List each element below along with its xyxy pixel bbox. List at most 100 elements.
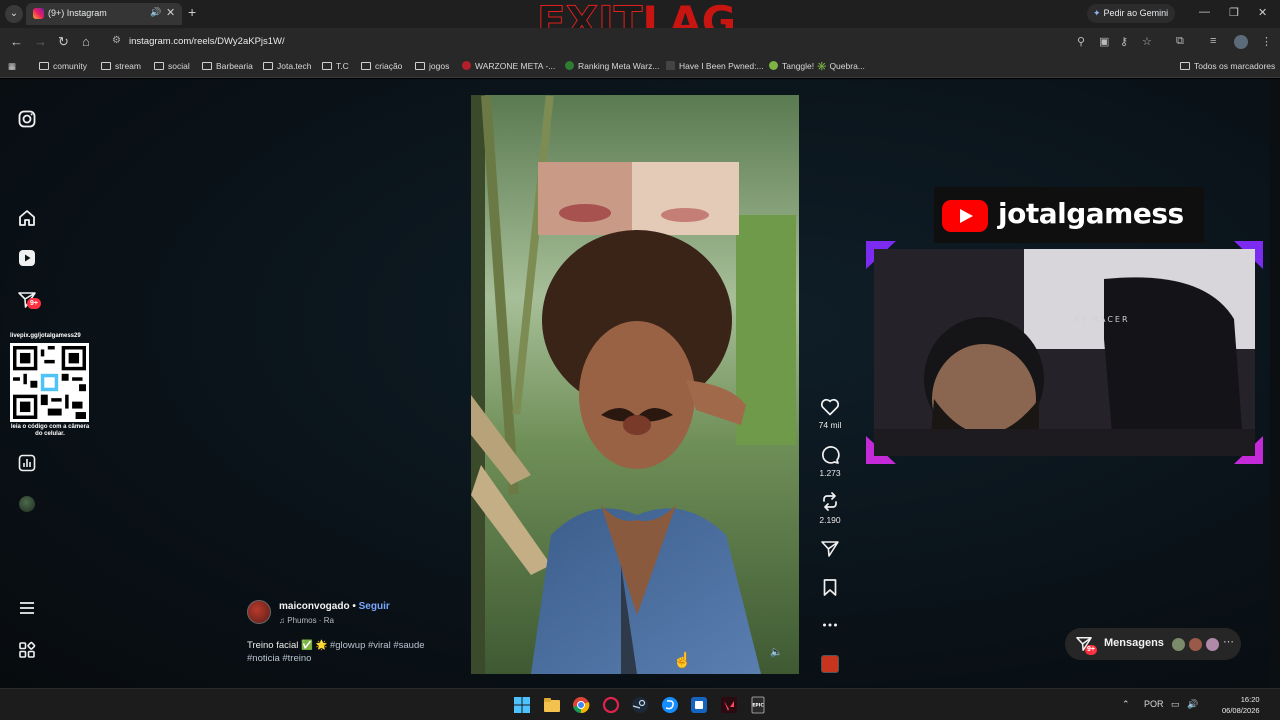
home-nav-icon[interactable]	[17, 208, 37, 228]
app-blue-icon[interactable]	[690, 696, 708, 714]
instagram-logo-icon[interactable]	[17, 109, 37, 129]
bookmark-save-icon[interactable]	[820, 578, 840, 596]
epic-games-icon[interactable]: EPIC	[749, 696, 767, 714]
chrome-menu-icon[interactable]: ⋮	[1261, 35, 1272, 48]
back-icon[interactable]: ←	[10, 34, 23, 49]
home-icon[interactable]: ⌂	[82, 34, 90, 49]
more-dots-icon: ⋯	[1223, 636, 1234, 648]
steam-icon[interactable]	[631, 696, 649, 714]
mute-toggle-icon[interactable]: 🔈	[770, 647, 782, 658]
tab-audio-icon[interactable]: 🔊	[150, 7, 161, 18]
clock[interactable]: 16:20 06/08/2026	[1222, 694, 1260, 716]
bookmark-folder[interactable]: criação	[361, 61, 402, 71]
bookmark-link[interactable]: Have I Been Pwned:...	[666, 61, 764, 71]
author-username[interactable]: maiconvogado	[279, 601, 350, 612]
comment-icon[interactable]	[820, 445, 840, 464]
opera-gx-icon[interactable]	[602, 696, 620, 714]
repost-icon[interactable]	[820, 492, 840, 511]
author-line: maiconvogado • Seguir	[279, 601, 390, 612]
message-avatar	[1171, 637, 1186, 652]
heart-icon[interactable]	[820, 398, 840, 416]
chrome-icon[interactable]	[572, 696, 590, 714]
svg-text:XT RACER: XT RACER	[1074, 315, 1130, 324]
reload-icon[interactable]: ↻	[58, 34, 69, 50]
author-avatar[interactable]	[247, 600, 271, 624]
gemini-button[interactable]: ✦ Pedir ao Gemini	[1087, 4, 1175, 23]
forward-icon[interactable]: →	[34, 34, 47, 49]
menu-hamburger-icon[interactable]	[17, 598, 37, 618]
page-scrollbar[interactable]	[1270, 79, 1280, 688]
qr-url: livepix.gg/jotalgamess29	[10, 333, 81, 339]
url-text[interactable]: instagram.com/reels/DWy2aKPjs1W/	[129, 36, 285, 47]
minimize-button[interactable]: —	[1199, 6, 1210, 18]
music-note-icon: ♫	[279, 616, 288, 625]
reading-list-icon[interactable]: ≡	[1210, 35, 1216, 47]
reposts-count: 2.190	[819, 515, 841, 525]
caption-hashtags[interactable]: #glowup #viral #saude	[330, 640, 425, 651]
more-options-action[interactable]	[810, 616, 850, 634]
save-action[interactable]	[810, 578, 850, 596]
messages-pill[interactable]: 9+ Mensagens ⋯	[1065, 628, 1241, 660]
tab-close-icon[interactable]: ✕	[166, 6, 175, 19]
share-paper-plane-icon[interactable]	[820, 540, 840, 558]
bookmark-folder[interactable]: jogos	[415, 61, 449, 71]
mouse-cursor: ☝	[673, 652, 692, 669]
bookmark-folder[interactable]: stream	[101, 61, 141, 71]
bookmark-folder[interactable]: comunity	[39, 61, 87, 71]
bookmark-folder[interactable]: Jota.tech	[263, 61, 312, 71]
bookmarks-bar: ▦ comunity stream social Barbearia Jota.…	[0, 56, 1280, 78]
gemini-star-icon: ✦	[1093, 8, 1101, 18]
webcam-overlay: XT RACER	[866, 241, 1263, 464]
reel-video[interactable]	[471, 95, 799, 674]
bookmark-link[interactable]: Tanggle! ✳️ Quebra...	[769, 61, 865, 72]
new-tab-button[interactable]: +	[188, 4, 196, 20]
ranking-favicon-icon	[565, 61, 574, 70]
more-apps-icon[interactable]	[17, 640, 37, 660]
profile-avatar[interactable]	[1234, 35, 1248, 49]
tray-chevron-icon[interactable]: ⌃	[1122, 699, 1130, 710]
apps-grid-icon[interactable]: ▦	[8, 61, 16, 72]
bookmark-link[interactable]: WARZONE META -...	[462, 61, 555, 71]
valorant-icon[interactable]	[720, 696, 738, 714]
folder-icon	[39, 62, 49, 70]
qr-code-icon	[10, 343, 89, 422]
password-key-icon[interactable]: ⚷	[1120, 35, 1128, 48]
bookmark-star-icon[interactable]: ☆	[1142, 35, 1152, 48]
like-action[interactable]: 74 mil	[810, 398, 850, 430]
all-bookmarks-folder[interactable]: Todos os marcadores	[1180, 61, 1275, 71]
input-language[interactable]: POR	[1144, 699, 1164, 709]
audio-cover-thumbnail[interactable]	[821, 655, 839, 673]
bookmark-folder[interactable]: Barbearia	[202, 61, 253, 71]
tab-search-button[interactable]: ⌄	[5, 5, 23, 23]
omnibox[interactable]: ⚙ instagram.com/reels/DWy2aKPjs1W/	[107, 32, 1067, 52]
browser-tab-instagram[interactable]: (9+) Instagram 🔊 ✕	[26, 3, 182, 25]
volume-icon[interactable]: 🔊	[1187, 699, 1198, 710]
site-info-icon[interactable]: ⚙	[112, 35, 121, 46]
dashboard-icon[interactable]	[17, 453, 37, 473]
share-action[interactable]	[810, 540, 850, 558]
cast-icon[interactable]: ▣	[1099, 35, 1109, 48]
zoom-icon[interactable]: ⚲	[1077, 35, 1085, 48]
bookmark-link[interactable]: Ranking Meta Warz...	[565, 61, 659, 71]
maximize-button[interactable]: ❐	[1229, 6, 1239, 19]
folder-icon	[101, 62, 111, 70]
folder-icon	[154, 62, 164, 70]
windows-start-icon[interactable]	[513, 696, 531, 714]
instagram-favicon-icon	[33, 8, 44, 19]
pwned-favicon-icon	[666, 61, 675, 70]
comment-action[interactable]: 1.273	[810, 445, 850, 478]
network-icon[interactable]: ▭	[1171, 699, 1180, 710]
repost-action[interactable]: 2.190	[810, 492, 850, 525]
bookmark-folder[interactable]: social	[154, 61, 190, 71]
battlenet-icon[interactable]	[661, 696, 679, 714]
profile-avatar[interactable]	[19, 496, 35, 512]
audio-track[interactable]: ♫ Phumos · Ra	[279, 616, 334, 625]
close-window-button[interactable]: ✕	[1258, 6, 1267, 19]
extensions-icon[interactable]: ⧉	[1176, 35, 1184, 48]
bookmark-folder[interactable]: T.C	[322, 61, 349, 71]
follow-button[interactable]: Seguir	[359, 601, 390, 612]
reels-nav-icon[interactable]	[17, 248, 37, 268]
file-explorer-icon[interactable]	[543, 696, 561, 714]
more-dots-icon[interactable]	[820, 616, 840, 634]
caption-hashtags[interactable]: #noticia #treino	[247, 653, 311, 664]
